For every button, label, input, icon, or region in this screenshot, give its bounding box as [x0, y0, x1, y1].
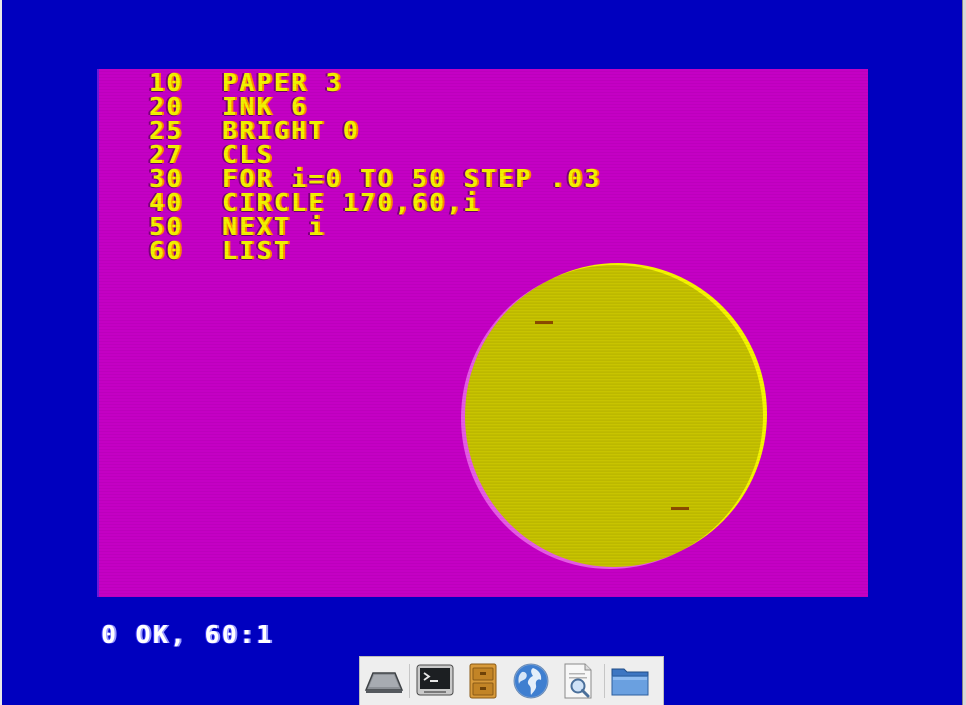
listing-line: 10 PAPER 3 [149, 69, 602, 97]
listing-line: 20 INK 6 [149, 92, 602, 121]
show-desktop-icon[interactable] [360, 658, 408, 704]
listing-line: 25 BRIGHT 0 [149, 116, 602, 145]
filled-circle [465, 265, 763, 567]
file-cabinet-icon[interactable] [459, 658, 507, 704]
pixel-artifact [671, 507, 689, 510]
emulator-window: 10 PAPER 3 20 INK 6 25 BRIGHT 0 27 CLS 30 FOR… [2, 0, 962, 705]
dock-separator [604, 664, 605, 698]
folder-icon[interactable] [606, 658, 654, 704]
web-browser-globe-icon[interactable] [507, 658, 555, 704]
window-frame-right [962, 0, 966, 705]
terminal-icon[interactable] [411, 658, 459, 704]
basic-listing: 10 PAPER 3 20 INK 6 25 BRIGHT 0 27 CLS 30 FOR… [149, 69, 602, 265]
dock-separator [409, 664, 410, 698]
document-viewer-icon[interactable] [555, 658, 603, 704]
line-number: 60 [149, 235, 184, 265]
line-code: LIST [222, 235, 292, 265]
listing-line: 40 CIRCLE 170,60,i [149, 188, 602, 217]
listing-line: 50 NEXT i [149, 212, 602, 241]
listing-line: 60 LIST [149, 235, 602, 265]
paper-area: 10 PAPER 3 20 INK 6 25 BRIGHT 0 27 CLS 30 FOR… [99, 69, 868, 597]
disc-scanlines [465, 265, 763, 567]
listing-line: 27 CLS [149, 140, 602, 169]
taskbar-dock [359, 656, 664, 705]
status-line: 0 OK, 60:1 [101, 620, 274, 649]
pixel-artifact [535, 321, 553, 324]
listing-line: 30 FOR i=0 TO 50 STEP .03 [149, 164, 602, 193]
